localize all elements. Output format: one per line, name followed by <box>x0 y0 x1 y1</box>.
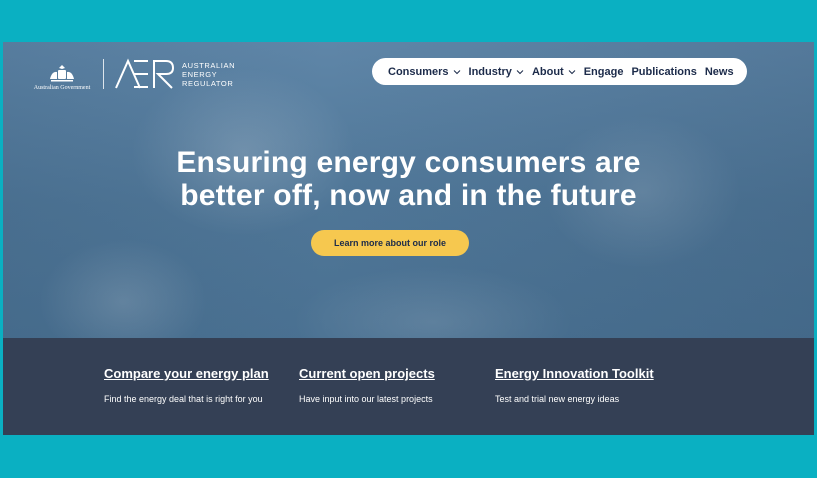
nav-item-label: Engage <box>583 65 624 78</box>
nav-item-news[interactable]: News <box>705 66 734 78</box>
nav-item-publications[interactable]: Publications <box>631 66 696 78</box>
coat-of-arms-icon <box>50 65 74 82</box>
chevron-down-icon <box>453 69 460 74</box>
hero-headline-line: Ensuring energy consumers are <box>176 146 641 179</box>
hero-headline: Ensuring energy consumers are better off… <box>3 146 814 212</box>
wordmark-line: Australian <box>182 60 236 70</box>
wordmark-line: Regulator <box>182 78 234 88</box>
feature-description: Test and trial new energy ideas <box>495 394 620 404</box>
feature-links-band: Compare your energy plan Find the energy… <box>3 338 814 435</box>
feature-description: Find the energy deal that is right for y… <box>104 394 263 404</box>
aer-logo-icon <box>115 58 175 89</box>
feature-open-projects: Current open projects Have input into ou… <box>299 366 435 404</box>
feature-compare-plan: Compare your energy plan Find the energy… <box>104 366 269 404</box>
nav-item-label: Consumers <box>388 65 449 78</box>
nav-item-label: Industry <box>468 65 512 78</box>
nav-item-consumers[interactable]: Consumers <box>388 66 461 78</box>
energy-innovation-toolkit-link[interactable]: Energy Innovation Toolkit <box>495 366 654 381</box>
nav-item-label: Publications <box>631 65 697 78</box>
current-open-projects-link[interactable]: Current open projects <box>299 366 435 381</box>
main-navigation: Consumers Industry About Engage Publicat… <box>372 58 747 85</box>
government-label: Australian Government <box>33 85 91 91</box>
hero-section: Australian Government Australian Energy … <box>3 42 814 338</box>
feature-innovation-toolkit: Energy Innovation Toolkit Test and trial… <box>495 366 654 404</box>
nav-item-label: About <box>531 65 564 78</box>
hero-headline-line: better off, now and in the future <box>180 179 637 212</box>
aer-wordmark: Australian Energy Regulator <box>182 61 235 88</box>
compare-energy-plan-link[interactable]: Compare your energy plan <box>104 366 269 381</box>
site-logo[interactable]: Australian Government Australian Energy … <box>31 56 235 92</box>
logo-divider <box>103 59 104 89</box>
chevron-down-icon <box>516 69 524 74</box>
wordmark-line: Energy <box>182 69 218 79</box>
feature-description: Have input into our latest projects <box>299 394 433 404</box>
australian-government-logo: Australian Government <box>31 57 93 91</box>
nav-item-engage[interactable]: Engage <box>584 66 624 78</box>
nav-item-industry[interactable]: Industry <box>469 66 524 78</box>
page-frame: Australian Government Australian Energy … <box>3 42 814 435</box>
learn-more-button[interactable]: Learn more about our role <box>311 230 469 256</box>
nav-item-label: News <box>704 65 734 78</box>
nav-item-about[interactable]: About <box>532 66 576 78</box>
chevron-down-icon <box>568 69 576 74</box>
